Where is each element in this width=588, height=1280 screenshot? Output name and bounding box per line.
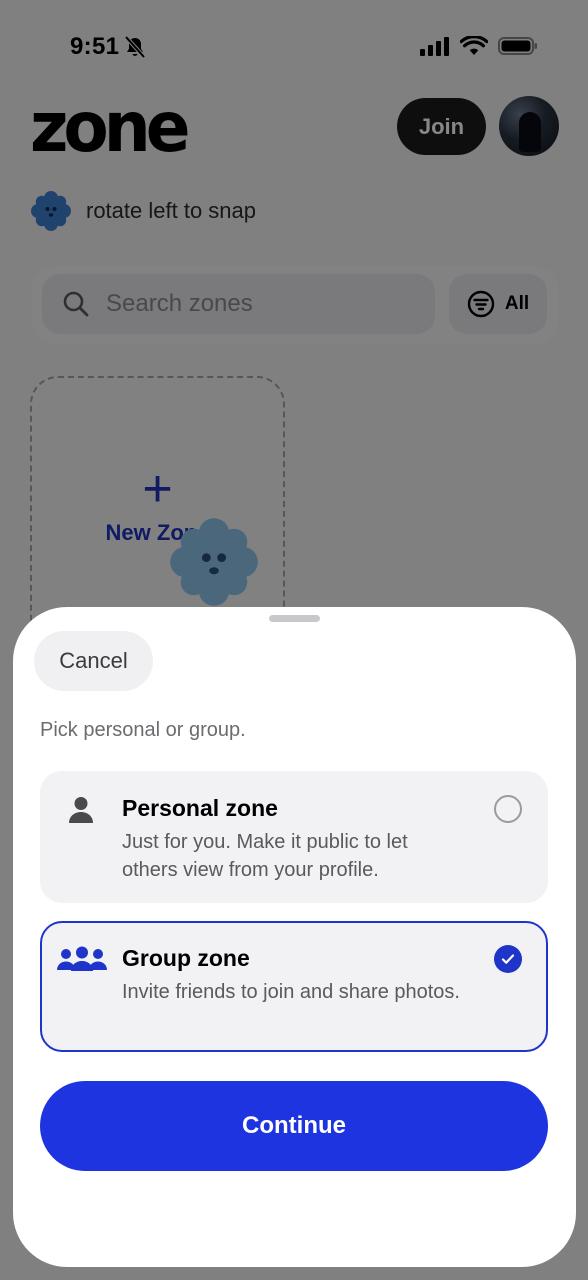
checkmark-icon (501, 954, 515, 964)
sheet-prompt: Pick personal or group. (40, 719, 246, 741)
zone-type-sheet: Cancel Pick personal or group. Personal … (13, 607, 576, 1267)
sheet-grabber[interactable] (269, 615, 320, 622)
group-zone-option[interactable]: Group zone Invite friends to join and sh… (40, 921, 548, 1052)
group-zone-description: Invite friends to join and share photos. (122, 981, 460, 1003)
personal-zone-option[interactable]: Personal zone Just for you. Make it publ… (40, 771, 548, 903)
personal-zone-radio[interactable] (494, 795, 522, 823)
group-zone-radio[interactable] (494, 945, 522, 973)
personal-zone-title: Personal zone (122, 795, 278, 821)
group-zone-title: Group zone (122, 945, 250, 971)
cancel-button[interactable]: Cancel (34, 631, 153, 691)
group-icon (57, 946, 107, 971)
person-icon (69, 797, 93, 823)
continue-button[interactable]: Continue (40, 1081, 548, 1171)
personal-zone-description: Just for you. Make it public to let othe… (122, 831, 408, 881)
